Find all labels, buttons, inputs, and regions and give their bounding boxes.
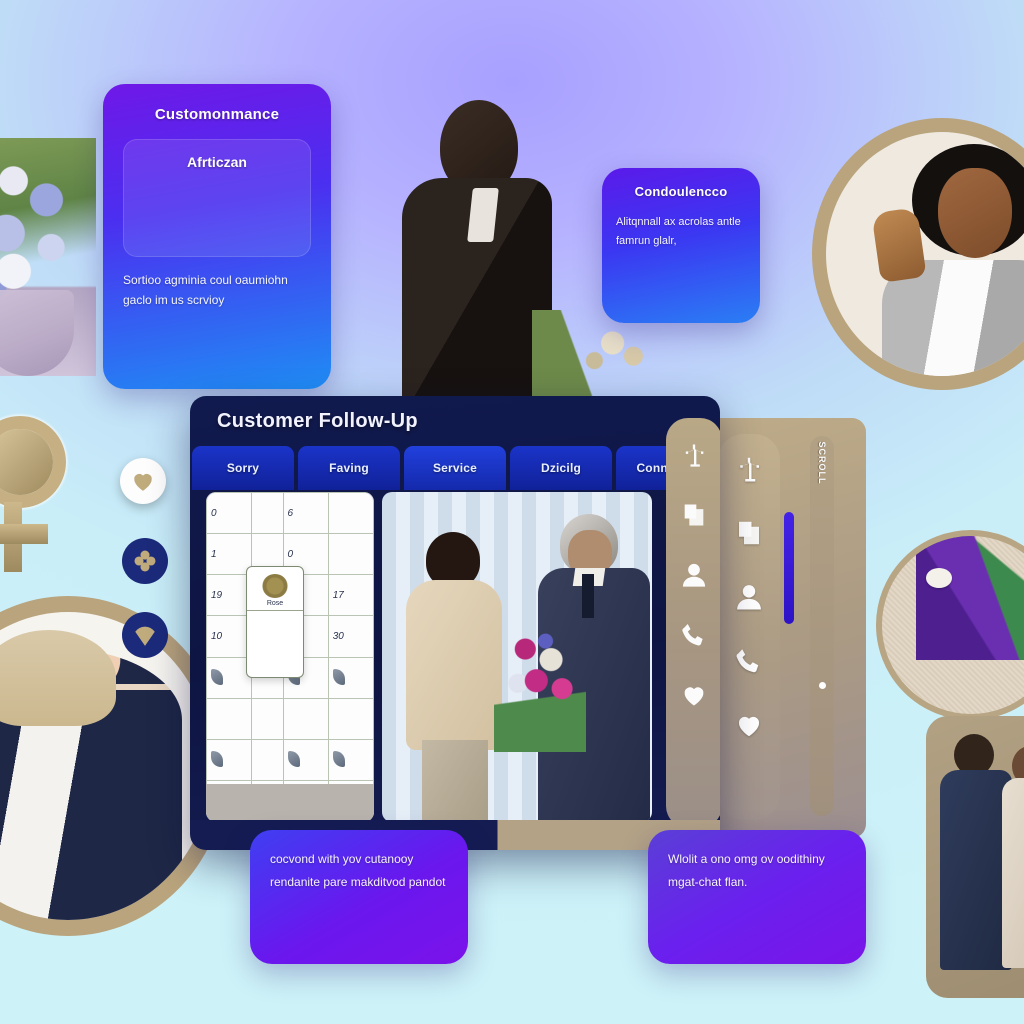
bottom-left-note-body: cocvond with yov cutanooy rendanite pare… bbox=[270, 852, 446, 889]
tab-dzicilg[interactable]: Dzicilg bbox=[510, 446, 612, 490]
cell[interactable] bbox=[251, 738, 284, 781]
cell[interactable]: 19 bbox=[206, 574, 253, 617]
table-row[interactable] bbox=[206, 697, 374, 740]
cell[interactable]: 10 bbox=[206, 615, 253, 658]
table-row[interactable] bbox=[206, 738, 374, 781]
person-icon[interactable] bbox=[734, 582, 764, 612]
cell[interactable] bbox=[327, 656, 374, 699]
couple-photo bbox=[926, 716, 1024, 998]
scrollbar-thumb[interactable] bbox=[819, 682, 826, 689]
flower-icon bbox=[134, 550, 156, 572]
phone-icon[interactable] bbox=[679, 620, 709, 650]
flower-thumbnail-icon bbox=[262, 574, 288, 598]
table-row[interactable]: 0 6 bbox=[206, 492, 374, 535]
heart-icon[interactable] bbox=[679, 680, 709, 710]
app-shell-panel: SCROLL bbox=[700, 418, 866, 838]
calendar-popup[interactable]: Rose bbox=[246, 566, 304, 678]
cell[interactable] bbox=[327, 492, 374, 535]
heart-badge[interactable] bbox=[120, 458, 166, 504]
documents-icon[interactable] bbox=[679, 500, 709, 530]
candelabra-icon[interactable] bbox=[734, 454, 764, 484]
window-icon-rail bbox=[666, 418, 720, 828]
fan-icon bbox=[135, 626, 155, 646]
vertical-scrollbar[interactable]: SCROLL bbox=[810, 436, 834, 816]
cell[interactable] bbox=[282, 738, 329, 781]
page-title: Customer Follow-Up bbox=[217, 410, 418, 432]
condolence-card-title: Condoulencco bbox=[634, 184, 728, 199]
cell[interactable]: 1 bbox=[206, 533, 253, 576]
cell[interactable] bbox=[251, 492, 284, 535]
calendar-popup-label: Rose bbox=[247, 600, 303, 611]
cell[interactable]: 30 bbox=[327, 615, 374, 658]
cell[interactable]: 6 bbox=[282, 492, 329, 535]
tab-faving[interactable]: Faving bbox=[298, 446, 400, 490]
customer-follow-up-window: Customer Follow-Up Sorry Faving Service … bbox=[190, 396, 720, 848]
customer-card-body: Sortioo agminia coul oaumiohn gaclo im u… bbox=[123, 273, 288, 307]
condolence-card[interactable]: Condoulencco Alitqnnall ax acrolas antle… bbox=[602, 168, 760, 323]
flower-vase-photo bbox=[0, 138, 96, 376]
cell[interactable] bbox=[327, 697, 374, 740]
flower-handoff-photo bbox=[382, 492, 652, 822]
bottom-right-note-body: Wlolit a ono omg ov oodithiny mgat-chat … bbox=[668, 852, 825, 889]
cell[interactable] bbox=[206, 656, 253, 699]
tab-service[interactable]: Service bbox=[404, 446, 506, 490]
calendar-footer-bar bbox=[206, 784, 374, 822]
customer-card-inner-panel: Afrticzan bbox=[123, 139, 311, 257]
scrollbar-label: SCROLL bbox=[817, 441, 827, 485]
cell[interactable]: 17 bbox=[327, 574, 374, 617]
candelabra-icon[interactable] bbox=[679, 440, 709, 470]
lavender-flowers-photo bbox=[876, 530, 1024, 720]
person-icon[interactable] bbox=[679, 560, 709, 590]
customer-card-inner-label: Afrticzan bbox=[187, 154, 247, 170]
bouquet-graphic bbox=[494, 620, 586, 752]
tab-bar: Sorry Faving Service Dzicilg Connation bbox=[190, 446, 720, 490]
waving-woman-portrait bbox=[812, 118, 1024, 390]
cell[interactable] bbox=[327, 738, 374, 781]
tab-sorry[interactable]: Sorry bbox=[192, 446, 294, 490]
fan-badge[interactable] bbox=[122, 612, 168, 658]
mourning-man-silhouette bbox=[382, 96, 662, 420]
icon-rail bbox=[718, 434, 780, 820]
bottom-right-note-card[interactable]: Wlolit a ono omg ov oodithiny mgat-chat … bbox=[648, 830, 866, 964]
cell[interactable] bbox=[251, 697, 284, 740]
rail-accent-indicator bbox=[784, 512, 794, 624]
cell[interactable] bbox=[206, 697, 253, 740]
customer-card-title: Customonmance bbox=[154, 106, 280, 123]
calendar-grid-panel[interactable]: 0 6 1 0 19 0 19 17 10 bbox=[206, 492, 374, 822]
screen-root: Customonmance Afrticzan Sortioo agminia … bbox=[0, 0, 1024, 1024]
heart-icon[interactable] bbox=[734, 710, 764, 740]
cell[interactable]: 0 bbox=[206, 492, 253, 535]
cell[interactable] bbox=[282, 697, 329, 740]
cell[interactable] bbox=[206, 738, 253, 781]
venus-symbol-icon bbox=[0, 406, 76, 586]
bottom-left-note-card[interactable]: cocvond with yov cutanooy rendanite pare… bbox=[250, 830, 468, 964]
cell[interactable] bbox=[327, 533, 374, 576]
customer-info-card[interactable]: Customonmance Afrticzan Sortioo agminia … bbox=[103, 84, 331, 389]
condolence-card-body: Alitqnnall ax acrolas antle famrun glalr… bbox=[616, 216, 741, 248]
heart-icon bbox=[134, 473, 152, 491]
phone-icon[interactable] bbox=[734, 646, 764, 676]
flower-badge[interactable] bbox=[122, 538, 168, 584]
documents-icon[interactable] bbox=[734, 518, 764, 548]
